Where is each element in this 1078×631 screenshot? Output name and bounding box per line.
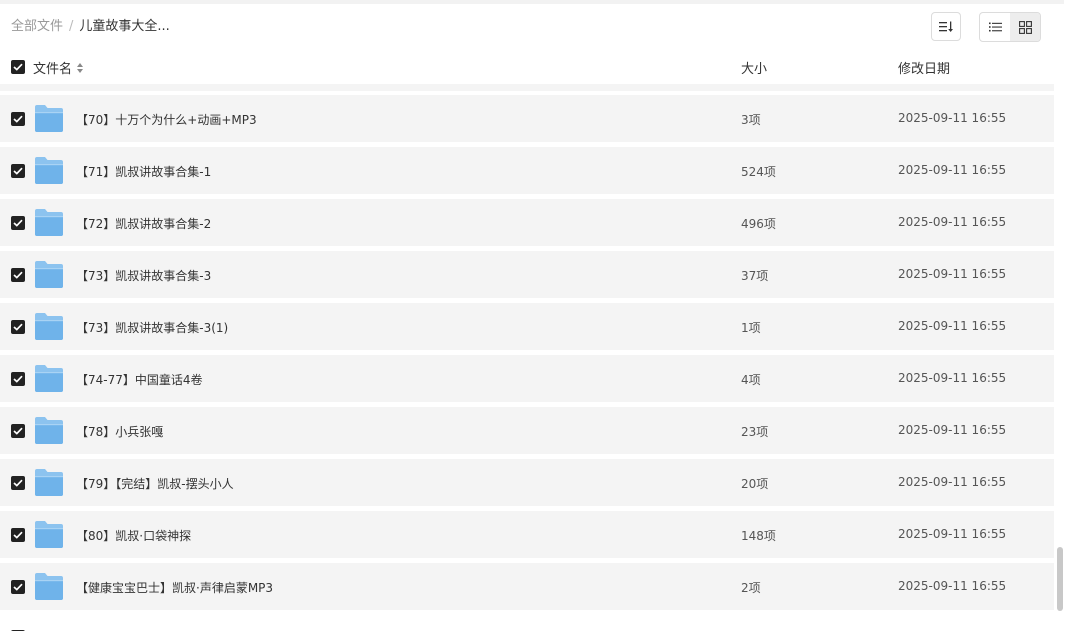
column-size-header[interactable]: 大小 [741,58,767,77]
file-name[interactable]: 【73】凯叔讲故事合集-3(1) [76,319,228,336]
file-size: 20项 [741,477,769,491]
file-name[interactable]: 【80】凯叔·口袋神探 [76,527,191,544]
column-date-header[interactable]: 修改日期 [898,58,950,77]
scrollbar-thumb[interactable] [1057,547,1063,611]
file-modified-date: 2025-09-11 16:55 [898,527,1007,541]
breadcrumb-separator: / [69,19,74,34]
file-modified-date: 2025-09-11 16:55 [898,111,1007,125]
row-checkbox[interactable] [11,372,25,386]
list-item[interactable]: 【70】十万个为什么+动画+MP3 3项 2025-09-11 16:55 [0,95,1054,142]
file-size: 148项 [741,529,776,543]
folder-icon [35,313,63,340]
file-name[interactable]: 【79】【完结】凯叔-摆头小人 [76,475,234,492]
file-name[interactable]: 【71】凯叔讲故事合集-1 [76,163,211,180]
row-checkbox[interactable] [11,476,25,490]
grid-view-button[interactable] [1010,13,1040,41]
check-icon [13,323,23,331]
file-modified-date: 2025-09-11 16:55 [898,215,1007,229]
file-modified-date: 2025-09-11 16:55 [898,163,1007,177]
folder-icon [35,157,63,184]
sort-icon [939,21,953,32]
row-checkbox[interactable] [11,528,25,542]
row-checkbox[interactable] [11,424,25,438]
grid-view-icon [1018,20,1032,34]
sort-button[interactable] [931,12,961,41]
row-checkbox[interactable] [11,268,25,282]
check-icon [13,479,23,487]
check-icon [13,531,23,539]
file-modified-date: 2025-09-11 16:55 [898,267,1007,281]
row-checkbox[interactable] [11,216,25,230]
folder-icon [35,521,63,548]
header-bar: 全部文件 / 儿童故事大全... [0,4,1064,50]
file-name[interactable]: 【74-77】中国童话4卷 [76,371,203,388]
file-size: 496项 [741,217,776,231]
breadcrumb-current-folder: 儿童故事大全... [79,19,170,34]
view-toggle [979,12,1041,42]
folder-icon [35,209,63,236]
list-view-button[interactable] [980,13,1010,41]
breadcrumb-root-link[interactable]: 全部文件 [11,19,63,34]
partial-row [0,84,1054,91]
file-size: 37项 [741,269,769,283]
sort-carets-icon [77,62,84,73]
scrollbar-track[interactable] [1064,0,1078,631]
folder-icon [35,365,63,392]
list-item[interactable]: 【72】凯叔讲故事合集-2 496项 2025-09-11 16:55 [0,199,1054,246]
list-item[interactable]: 【78】小兵张嘎 23项 2025-09-11 16:55 [0,407,1054,454]
list-view-icon [988,22,1002,32]
file-size: 1项 [741,321,761,335]
partial-row-bottom [0,625,1054,631]
folder-icon [35,261,63,288]
row-checkbox[interactable] [11,320,25,334]
list-item[interactable]: 【73】凯叔讲故事合集-3(1) 1项 2025-09-11 16:55 [0,303,1054,350]
file-size: 4项 [741,373,761,387]
file-size: 3项 [741,113,761,127]
file-modified-date: 2025-09-11 16:55 [898,475,1007,489]
check-icon [13,375,23,383]
file-modified-date: 2025-09-11 16:55 [898,371,1007,385]
check-icon [13,271,23,279]
check-icon [13,167,23,175]
file-list: 【70】十万个为什么+动画+MP3 3项 2025-09-11 16:55 【7… [0,84,1064,631]
file-name[interactable]: 【健康宝宝巴士】凯叔·声律启蒙MP3 [76,579,273,596]
row-checkbox[interactable] [11,580,25,594]
column-name-label: 文件名 [33,62,73,77]
list-item[interactable]: 【79】【完结】凯叔-摆头小人 20项 2025-09-11 16:55 [0,459,1054,506]
folder-icon [35,573,63,600]
check-icon [13,427,23,435]
file-name[interactable]: 【73】凯叔讲故事合集-3 [76,267,211,284]
check-icon [13,115,23,123]
file-modified-date: 2025-09-11 16:55 [898,579,1007,593]
list-item[interactable]: 【74-77】中国童话4卷 4项 2025-09-11 16:55 [0,355,1054,402]
folder-icon [35,105,63,132]
row-checkbox[interactable] [11,112,25,126]
select-all-checkbox[interactable] [11,60,25,74]
column-header: 文件名 大小 修改日期 [0,50,1064,84]
list-item[interactable]: 【71】凯叔讲故事合集-1 524项 2025-09-11 16:55 [0,147,1054,194]
column-name-header[interactable]: 文件名 [33,58,84,77]
file-manager: 全部文件 / 儿童故事大全... 文件名 大小 修改日期 【70】十万个为什么+… [0,0,1078,631]
list-item[interactable]: 【73】凯叔讲故事合集-3 37项 2025-09-11 16:55 [0,251,1054,298]
file-modified-date: 2025-09-11 16:55 [898,423,1007,437]
check-icon [13,63,23,71]
folder-icon [35,469,63,496]
breadcrumb: 全部文件 / 儿童故事大全... [11,18,170,36]
file-size: 2项 [741,581,761,595]
file-name[interactable]: 【70】十万个为什么+动画+MP3 [76,111,257,128]
list-item[interactable]: 【健康宝宝巴士】凯叔·声律启蒙MP3 2项 2025-09-11 16:55 [0,563,1054,610]
file-size: 23项 [741,425,769,439]
file-modified-date: 2025-09-11 16:55 [898,319,1007,333]
file-name[interactable]: 【78】小兵张嘎 [76,423,163,440]
row-checkbox[interactable] [11,164,25,178]
folder-icon [35,417,63,444]
check-icon [13,219,23,227]
file-size: 524项 [741,165,776,179]
file-name[interactable]: 【72】凯叔讲故事合集-2 [76,215,211,232]
check-icon [13,583,23,591]
list-item[interactable]: 【80】凯叔·口袋神探 148项 2025-09-11 16:55 [0,511,1054,558]
